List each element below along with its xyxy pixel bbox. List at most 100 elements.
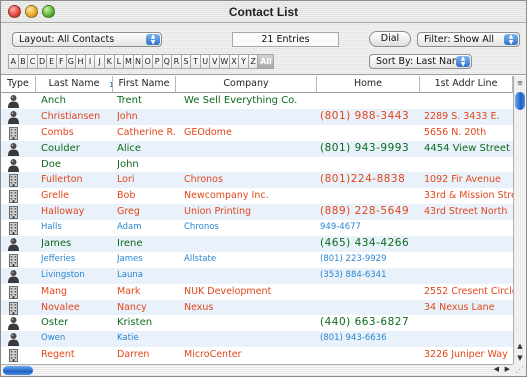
cell-company xyxy=(184,141,317,157)
popup-arrows-icon: ▲ ▼ xyxy=(146,34,160,45)
cell-home-phone: (801) 943-6636 xyxy=(320,333,387,344)
vertical-scrollbar[interactable]: ≡ ▲ ▼ xyxy=(513,76,526,364)
scroll-left-arrow-icon[interactable]: ◀ xyxy=(494,365,499,373)
cell-last-name: Halloway xyxy=(41,206,85,218)
cell-home-phone: (353) 884-6341 xyxy=(320,269,387,280)
cell-company xyxy=(184,268,317,284)
cell-last-name: Fullerton xyxy=(41,174,83,186)
table-row[interactable]: Oster Kristen (440) 663-6827 xyxy=(1,315,513,331)
cell-last-name: Jefferies xyxy=(41,253,76,264)
cell-last-name: Grelle xyxy=(41,190,70,202)
table-row[interactable]: Owen Katie (801) 943-6636 xyxy=(1,331,513,348)
sort-order-indicator: 1 xyxy=(109,81,114,89)
column-headers: Type Last Name First Name Company Home 1… xyxy=(1,76,513,93)
cell-home-phone: (801) 988-3443 xyxy=(320,109,410,122)
cell-first-name: Katie xyxy=(117,333,139,344)
cell-first-name: Lori xyxy=(117,174,135,186)
cell-last-name: Regent xyxy=(41,349,75,361)
cell-first-name: John xyxy=(117,110,138,122)
dial-button[interactable]: Dial xyxy=(369,31,411,47)
column-header-type[interactable]: Type xyxy=(1,76,36,93)
cell-company: Nexus xyxy=(184,301,214,313)
table-row[interactable]: Mang Mark NUK Development 2552 Cresent Circ… xyxy=(1,284,513,300)
cell-address xyxy=(424,315,513,331)
cell-last-name: Anch xyxy=(41,95,67,106)
cell-company: Chronos xyxy=(184,222,219,233)
column-menu-icon[interactable]: ≡ xyxy=(514,76,526,90)
column-header-last-name[interactable]: Last Name xyxy=(36,76,113,93)
horizontal-scrollbar[interactable]: ◀ ▶ xyxy=(1,364,513,376)
table-row[interactable]: Combs Catherine R. GEOdome 5656 N. 20th xyxy=(1,125,513,141)
table-row[interactable]: Coulder Alice (801) 943-9993 4454 View Stre… xyxy=(1,140,513,157)
cell-first-name: James xyxy=(117,253,143,264)
building-icon xyxy=(7,347,29,363)
cell-last-name: Mang xyxy=(41,285,68,297)
cell-company: MicroCenter xyxy=(184,349,242,361)
cell-address: 2289 S. 3433 E. xyxy=(424,110,500,122)
building-icon xyxy=(7,204,29,220)
horizontal-scroll-thumb[interactable] xyxy=(3,366,33,375)
cell-first-name: Kristen xyxy=(117,317,153,329)
table-row[interactable]: Novalee Nancy Nexus 34 Nexus Lane xyxy=(1,299,513,316)
building-icon xyxy=(7,125,29,141)
vertical-scroll-thumb[interactable] xyxy=(515,92,525,110)
cell-first-name: Irene xyxy=(117,238,143,250)
person-icon xyxy=(7,93,29,109)
window-title: Contact List xyxy=(228,5,299,19)
cell-company xyxy=(184,236,317,252)
cell-home-phone xyxy=(320,125,420,141)
table-row[interactable]: Regent Darren MicroCenter 3226 Juniper Way xyxy=(1,347,513,363)
popup-arrows-icon: ▲ ▼ xyxy=(456,56,470,67)
column-header-home[interactable]: Home xyxy=(317,76,420,93)
cell-address: 1092 Fir Avenue xyxy=(424,174,501,186)
cell-address: 43rd Street North xyxy=(424,206,508,218)
alpha-index-all[interactable]: All xyxy=(257,54,275,69)
cell-home-phone: (801)224-8838 xyxy=(320,173,406,186)
cell-first-name: Catherine R. xyxy=(117,126,175,138)
table-row[interactable]: Doe John xyxy=(1,157,513,173)
person-icon xyxy=(7,315,29,331)
sort-popup-label: Sort By: Last Name xyxy=(376,56,467,67)
cell-last-name: Doe xyxy=(41,158,61,170)
table-row[interactable]: Jefferies James Allstate (801) 223-9929 xyxy=(1,252,513,268)
cell-last-name: Livingston xyxy=(41,269,85,280)
table-row[interactable]: James Irene (465) 434-4266 xyxy=(1,236,513,252)
cell-first-name: Adam xyxy=(117,222,142,233)
title-bar[interactable]: Contact List xyxy=(1,1,526,23)
cell-company xyxy=(184,109,317,125)
person-icon xyxy=(7,268,29,284)
cell-address: 33rd & Mission Street xyxy=(424,190,513,202)
table-row[interactable]: Livingston Launa (353) 884-6341 xyxy=(1,267,513,284)
alphabet-index: A B C D E F G H I J K L M N O P Q R S T U V W X Y Z All xyxy=(8,54,275,69)
scroll-up-arrow-icon[interactable]: ▲ xyxy=(514,340,526,352)
table-row[interactable]: Christiansen John (801) 988-3443 2289 S. 34… xyxy=(1,108,513,125)
cell-company: Chronos xyxy=(184,174,223,186)
column-header-company[interactable]: Company xyxy=(176,76,317,93)
layout-popup[interactable]: Layout: All Contacts ▲ ▼ xyxy=(12,32,162,47)
sort-popup[interactable]: Sort By: Last Name ▲ ▼ xyxy=(369,54,472,69)
filter-popup[interactable]: Filter: Show All ▲ ▼ xyxy=(417,32,520,47)
cell-last-name: Halls xyxy=(41,222,62,233)
cell-first-name: Alice xyxy=(117,142,142,154)
cell-home-phone: (801) 223-9929 xyxy=(320,253,387,264)
cell-first-name: Darren xyxy=(117,349,150,361)
column-header-addr-line[interactable]: 1st Addr Line xyxy=(420,76,513,93)
building-icon xyxy=(7,220,29,236)
table-row[interactable]: Grelle Bob Newcompany Inc. 33rd & Mission S… xyxy=(1,188,513,204)
scroll-right-arrow-icon[interactable]: ▶ xyxy=(505,365,510,373)
cell-first-name: Launa xyxy=(117,269,143,280)
cell-address xyxy=(424,268,513,284)
table-row[interactable]: Fullerton Lori Chronos (801)224-8838 1092 Fi… xyxy=(1,172,513,189)
cell-first-name: Mark xyxy=(117,285,141,297)
cell-home-phone: (440) 663-6827 xyxy=(320,316,410,329)
scroll-down-arrow-icon[interactable]: ▼ xyxy=(514,352,526,364)
table-row[interactable]: Halloway Greg Union Printing (889) 228-5649… xyxy=(1,204,513,221)
cell-home-phone xyxy=(320,93,420,109)
table-row[interactable]: Anch Trent We Sell Everything Co. xyxy=(1,93,513,109)
contact-table: Anch Trent We Sell Everything Co. Christian… xyxy=(1,93,513,364)
column-header-first-name[interactable]: First Name xyxy=(113,76,176,93)
table-row[interactable]: Halls Adam Chronos 949-4677 xyxy=(1,220,513,236)
cell-home-phone: (465) 434-4266 xyxy=(320,237,410,250)
cell-last-name: James xyxy=(41,238,72,250)
resize-grip-icon[interactable]: ⋰ xyxy=(513,364,526,376)
